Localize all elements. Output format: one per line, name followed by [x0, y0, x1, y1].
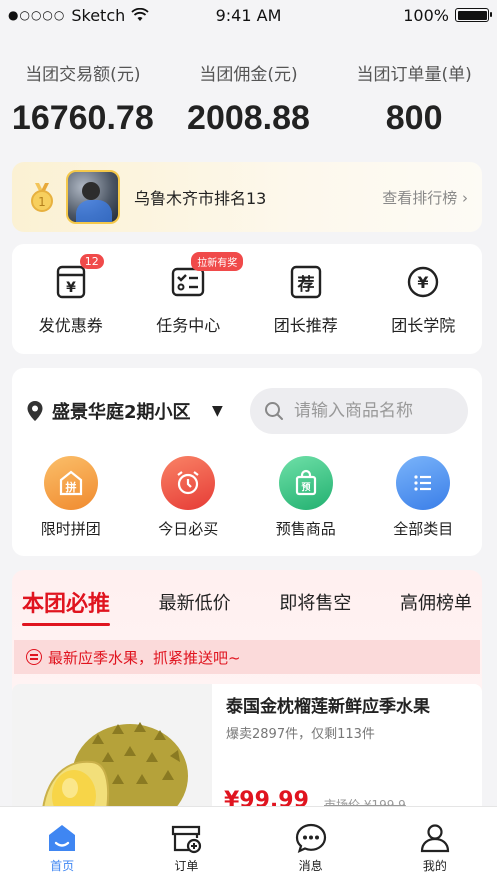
recommend-icon: 荐: [286, 262, 326, 302]
stat-value: 16760.78: [11, 99, 154, 137]
status-left: ●○○○○ Sketch: [8, 6, 149, 25]
bottom-tabbar: 首页 订单 消息 我的: [0, 806, 497, 883]
task-badge: 拉新有奖: [191, 252, 244, 271]
tabbar-home[interactable]: 首页: [22, 821, 102, 874]
tool-academy[interactable]: ¥ 团长学院: [368, 262, 478, 336]
product-image: [12, 684, 212, 824]
tab-selling-out[interactable]: 即将售空: [279, 589, 351, 615]
tool-label: 团长推荐: [273, 316, 338, 335]
chevron-right-icon: ›: [462, 188, 468, 207]
product-title: 泰国金枕榴莲新鲜应季水果: [226, 697, 430, 717]
durian-image-icon: [40, 722, 188, 824]
group-buy-icon: 拼: [43, 456, 98, 510]
notice-banner: 最新应季水果，抓紧推送吧~: [14, 640, 480, 674]
tool-label: 团长学院: [391, 316, 456, 335]
tabbar-label: 我的: [422, 859, 447, 873]
search-box[interactable]: [250, 388, 468, 434]
avatar: [66, 170, 120, 224]
tool-coupon[interactable]: ¥ 12 发优惠券: [16, 254, 126, 336]
status-right: 100%: [403, 5, 492, 25]
tab-latest-low-price[interactable]: 最新低价: [159, 589, 231, 615]
svg-text:拼: 拼: [65, 480, 76, 494]
battery-icon: [455, 8, 492, 22]
presale-bag-icon: 预: [278, 456, 333, 510]
medal-number: 1: [38, 195, 46, 209]
stat-commission: 当团佣金(元) 2008.88: [166, 60, 331, 138]
tabbar-message[interactable]: 消息: [271, 821, 351, 874]
tool-task-center[interactable]: 拉新有奖 任务中心: [133, 252, 244, 336]
gold-medal-icon: 1: [26, 181, 58, 213]
academy-icon: ¥: [403, 262, 443, 302]
category-label: 今日必买: [158, 520, 219, 538]
notice-icon: [26, 649, 42, 665]
location-selector[interactable]: 盛景华庭2期小区: [52, 398, 204, 424]
stat-label: 当团交易额(元): [25, 65, 141, 85]
order-icon: [169, 821, 203, 855]
category-row: 拼 限时拼团 今日必买 预 预售商品 全部类目: [12, 456, 482, 539]
product-card[interactable]: 泰国金枕榴莲新鲜应季水果 爆卖2897件，仅剩113件 ¥99.99 市场价 ¥…: [12, 684, 482, 824]
search-icon: [265, 402, 283, 420]
svg-text:¥: ¥: [418, 273, 429, 292]
category-label: 预售商品: [275, 520, 336, 538]
category-label: 全部类目: [393, 520, 454, 538]
view-leaderboard-label: 查看排行榜: [382, 188, 458, 207]
location-pin-icon: [27, 401, 43, 421]
tabbar-label: 订单: [174, 859, 199, 873]
recommend-tabs: 本团必推 最新低价 即将售空 高佣榜单: [12, 570, 482, 634]
search-input[interactable]: [294, 401, 454, 421]
tab-high-commission[interactable]: 高佣榜单: [400, 589, 472, 615]
message-icon: [294, 821, 328, 855]
svg-text:荐: 荐: [296, 274, 314, 295]
battery-percent: 100%: [403, 5, 449, 25]
list-icon: [396, 456, 451, 510]
coupon-badge: 12: [79, 254, 104, 269]
category-label: 限时拼团: [40, 520, 101, 538]
caret-down-icon[interactable]: ▼: [212, 403, 223, 419]
stat-transaction: 当团交易额(元) 16760.78: [0, 60, 165, 138]
category-today[interactable]: 今日必买: [133, 456, 243, 539]
category-group-buy[interactable]: 拼 限时拼团: [16, 456, 126, 539]
tool-label: 发优惠券: [38, 316, 103, 335]
signal-dots-icon: ●○○○○: [8, 8, 66, 22]
rank-card[interactable]: 1 乌鲁木齐市排名13 查看排行榜 ›: [12, 162, 482, 232]
carrier-name: Sketch: [71, 5, 126, 25]
status-bar: ●○○○○ Sketch 9:41 AM 100%: [0, 0, 497, 30]
notice-text: 最新应季水果，抓紧推送吧~: [48, 648, 241, 667]
alarm-clock-icon: [161, 456, 216, 510]
tools-card: ¥ 12 发优惠券 拉新有奖 任务中心 荐 团长推荐 ¥ 团长学院: [12, 244, 482, 354]
rank-text: 乌鲁木齐市排名13: [134, 189, 267, 208]
tabbar-label: 首页: [50, 859, 75, 873]
category-presale[interactable]: 预 预售商品: [251, 456, 361, 539]
tabbar-order[interactable]: 订单: [146, 821, 226, 874]
tab-must-push[interactable]: 本团必推: [22, 586, 111, 626]
stat-value: 2008.88: [187, 99, 310, 137]
tabbar-profile[interactable]: 我的: [395, 821, 475, 874]
product-sales: 爆卖2897件，仅剩113件: [226, 727, 375, 742]
tool-label: 任务中心: [156, 316, 221, 335]
wifi-icon: [131, 8, 149, 21]
stat-label: 当团订单量(单): [356, 65, 472, 85]
tool-recommend[interactable]: 荐 团长推荐: [251, 262, 361, 336]
shop-card: 盛景华庭2期小区 ▼ 拼 限时拼团: [12, 368, 482, 556]
profile-icon: [418, 821, 452, 855]
stat-value: 800: [385, 99, 443, 137]
location-name: 盛景华庭2期小区: [52, 402, 191, 423]
tabbar-label: 消息: [298, 859, 323, 873]
category-all[interactable]: 全部类目: [368, 456, 478, 539]
stat-orders: 当团订单量(单) 800: [332, 60, 497, 138]
location-row: 盛景华庭2期小区 ▼: [12, 368, 482, 434]
home-icon: [45, 821, 79, 855]
stat-label: 当团佣金(元): [199, 65, 298, 85]
svg-text:预: 预: [301, 482, 310, 493]
view-leaderboard-link[interactable]: 查看排行榜 ›: [382, 187, 468, 208]
svg-text:¥: ¥: [66, 280, 76, 296]
stats-panel: 当团交易额(元) 16760.78 当团佣金(元) 2008.88 当团订单量(…: [0, 60, 497, 138]
